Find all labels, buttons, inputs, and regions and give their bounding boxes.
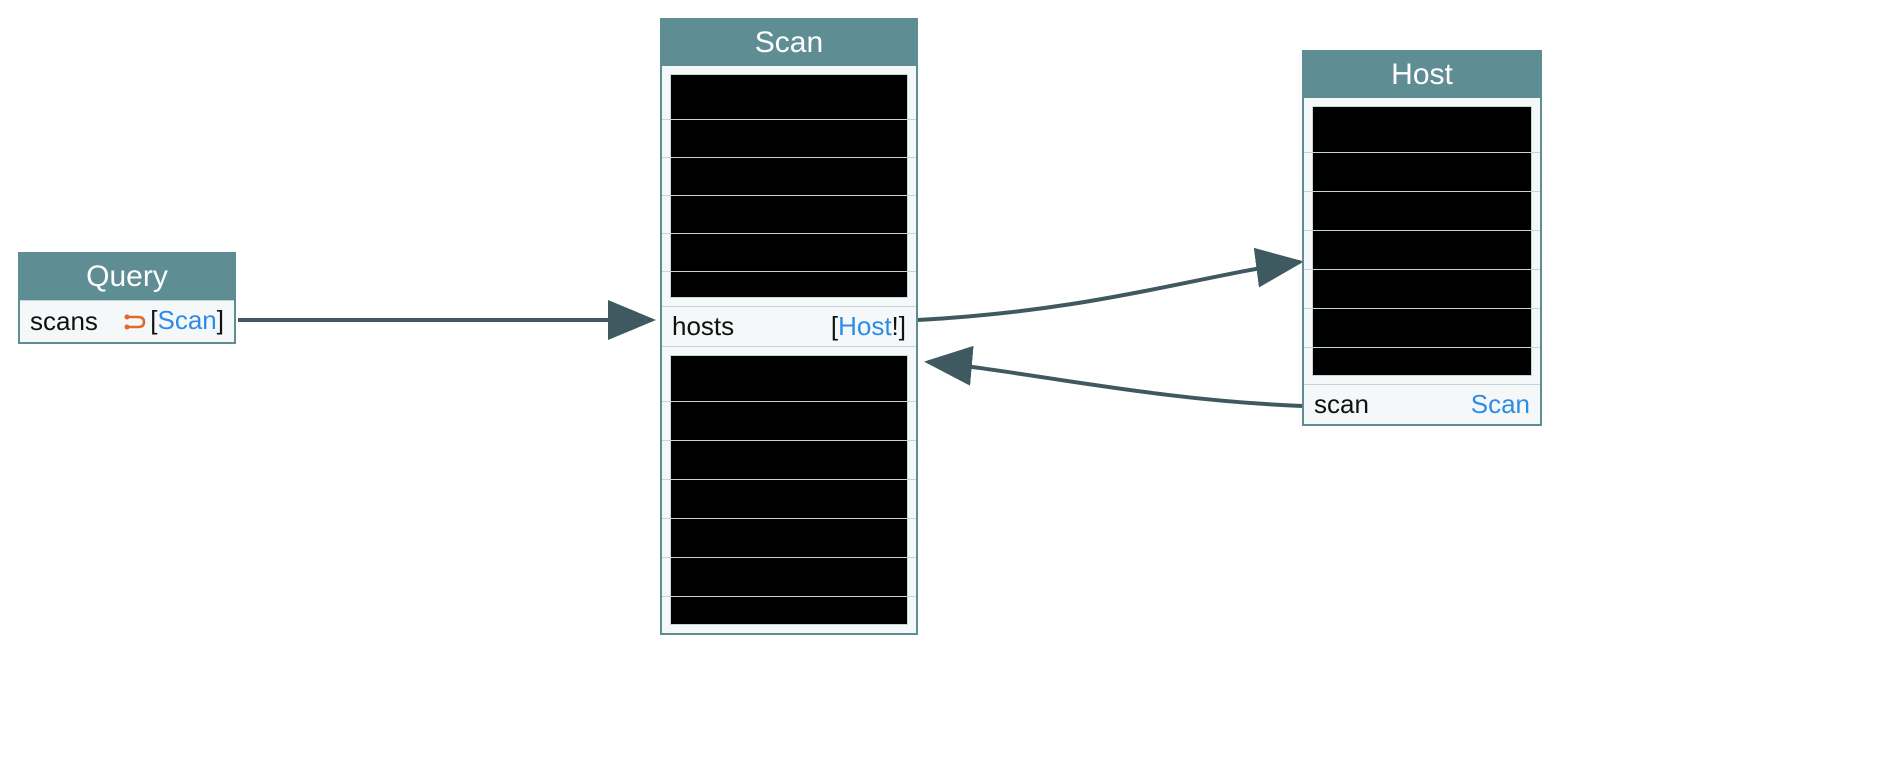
- field-name: scan: [1314, 389, 1369, 420]
- node-query: Query scans [Scan]: [18, 252, 236, 344]
- field-type: [Scan]: [124, 305, 224, 338]
- redacted-block-bottom: [662, 355, 916, 625]
- field-host-scan[interactable]: scan Scan: [1304, 384, 1540, 424]
- edge-scan-to-host: [918, 262, 1300, 320]
- field-name: hosts: [672, 311, 734, 342]
- field-name: scans: [30, 306, 98, 337]
- field-type: Scan: [1471, 389, 1530, 420]
- node-host: Host scan Scan: [1302, 50, 1542, 426]
- node-query-header: Query: [20, 254, 234, 300]
- field-scan-hosts[interactable]: hosts [Host!]: [662, 306, 916, 347]
- field-type: [Host!]: [831, 311, 906, 342]
- edge-host-to-scan: [928, 362, 1302, 406]
- node-host-header: Host: [1304, 52, 1540, 98]
- connector-icon: [124, 307, 148, 338]
- node-scan: Scan hosts [Host!]: [660, 18, 918, 635]
- diagram-arrows: [0, 0, 1902, 776]
- field-query-scans[interactable]: scans [Scan]: [20, 300, 234, 342]
- node-scan-header: Scan: [662, 20, 916, 66]
- redacted-block-host: [1304, 106, 1540, 376]
- type-link-host[interactable]: Host: [838, 311, 891, 341]
- redacted-block-top: [662, 74, 916, 298]
- type-link-scan[interactable]: Scan: [158, 305, 217, 335]
- type-link-scan[interactable]: Scan: [1471, 389, 1530, 419]
